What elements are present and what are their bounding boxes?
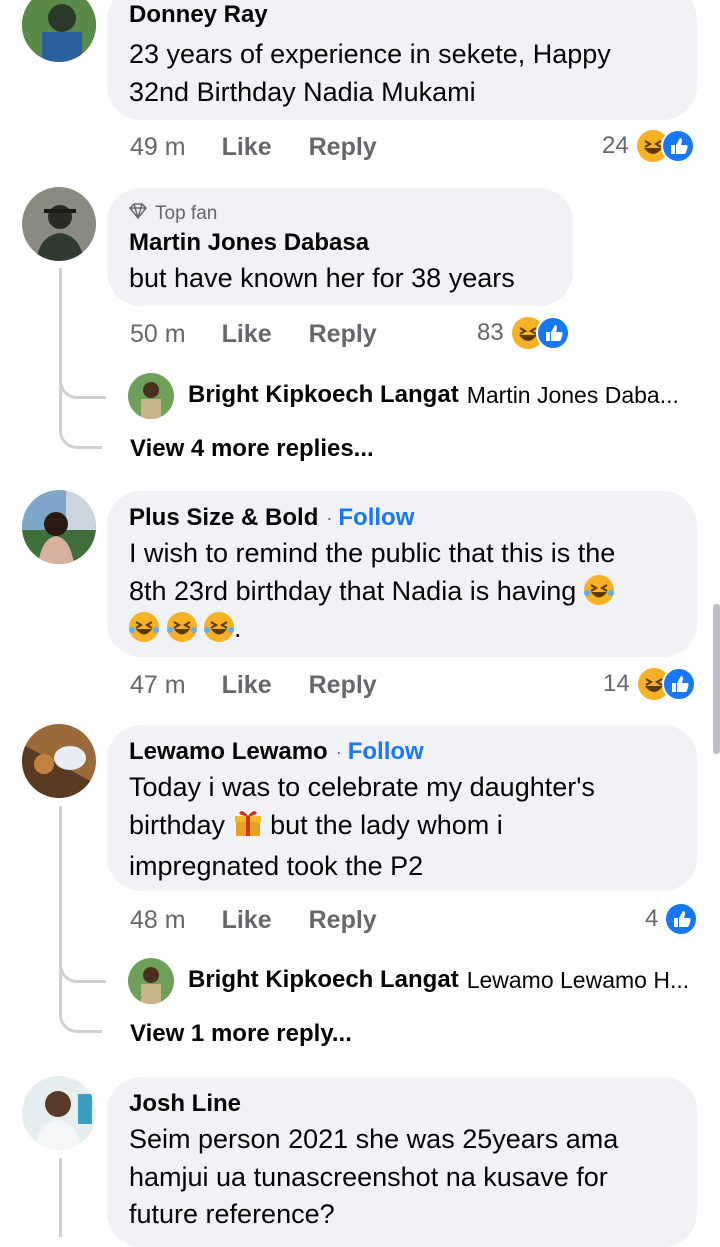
avatar[interactable] <box>22 490 96 564</box>
comment-time[interactable]: 49 m <box>130 133 186 162</box>
diamond-icon <box>128 202 148 226</box>
avatar[interactable] <box>22 187 96 261</box>
reaction-count: 14 <box>603 670 630 697</box>
like-button[interactable]: Like <box>222 320 272 349</box>
comment-header: Lewamo Lewamo · Follow <box>129 737 675 767</box>
tears-of-joy-icon <box>129 612 159 642</box>
gift-icon <box>233 808 263 849</box>
comment-author[interactable]: Martin Jones Dabasa <box>129 228 551 258</box>
reaction-summary[interactable]: 24 <box>602 128 695 164</box>
comment-text: but have known her for 38 years <box>129 263 515 293</box>
avatar[interactable] <box>22 1076 96 1150</box>
reply-preview[interactable]: Bright Kipkoech Langat Lewamo Lewamo H..… <box>188 966 689 994</box>
comment-text: Today i was to celebrate my daughter's b… <box>129 772 595 881</box>
comment-bubble: Donney Ray 23 years of experience in sek… <box>107 0 697 120</box>
reaction-summary[interactable]: 83 <box>477 315 570 351</box>
tears-of-joy-icon <box>204 612 235 642</box>
reaction-count: 83 <box>477 319 504 346</box>
comment-bubble: Top fan Martin Jones Dabasa but have kno… <box>107 188 573 306</box>
tears-of-joy-icon <box>166 612 197 642</box>
tears-of-joy-icon <box>583 574 614 605</box>
comment-text: Seim person 2021 she was 25years ama ham… <box>129 1124 619 1229</box>
reaction-summary[interactable]: 4 <box>645 902 699 936</box>
comment-time[interactable]: 50 m <box>130 320 186 349</box>
reply-button[interactable]: Reply <box>309 906 377 935</box>
like-icon <box>664 902 699 936</box>
comment-bubble: Josh Line Seim person 2021 she was 25yea… <box>107 1077 697 1247</box>
reply-author[interactable]: Bright Kipkoech Langat <box>188 381 459 409</box>
separator-dot: · <box>335 742 342 762</box>
reply-author[interactable]: Bright Kipkoech Langat <box>188 966 459 994</box>
comment-actions: 47 m Like Reply <box>130 671 377 700</box>
reaction-summary[interactable]: 14 <box>603 666 696 702</box>
separator-dot: · <box>326 508 333 528</box>
comment-author[interactable]: Lewamo Lewamo <box>129 737 328 767</box>
follow-button[interactable]: Follow <box>338 503 414 533</box>
view-more-replies[interactable]: View 4 more replies... <box>130 435 374 463</box>
view-more-replies[interactable]: View 1 more reply... <box>130 1020 352 1048</box>
like-button[interactable]: Like <box>222 133 272 162</box>
reply-text: Lewamo Lewamo H... <box>466 966 690 993</box>
follow-button[interactable]: Follow <box>348 737 424 767</box>
avatar[interactable] <box>22 0 96 62</box>
reply-button[interactable]: Reply <box>309 320 377 349</box>
top-fan-badge: Top fan <box>128 202 551 226</box>
reply-text: Martin Jones Daba... <box>466 381 679 408</box>
like-icon <box>535 316 570 350</box>
comment-author[interactable]: Josh Line <box>129 1089 675 1119</box>
reply-connector <box>59 390 102 449</box>
like-button[interactable]: Like <box>222 906 272 935</box>
avatar[interactable] <box>128 373 174 419</box>
comment-header: Plus Size & Bold · Follow <box>129 503 675 533</box>
reply-preview[interactable]: Bright Kipkoech Langat Martin Jones Daba… <box>188 381 679 409</box>
reaction-count: 4 <box>645 905 659 932</box>
reaction-count: 24 <box>602 132 629 159</box>
reply-button[interactable]: Reply <box>309 133 377 162</box>
comment-time[interactable]: 47 m <box>130 671 186 700</box>
like-icon <box>660 129 695 163</box>
comment-author[interactable]: Plus Size & Bold <box>129 503 318 533</box>
comment-text: 23 years of experience in sekete, Happy … <box>129 39 611 107</box>
thread-line <box>59 1158 62 1237</box>
comment-time[interactable]: 48 m <box>130 906 186 935</box>
comment-author[interactable]: Donney Ray <box>129 0 675 30</box>
reply-connector <box>59 974 102 1033</box>
avatar[interactable] <box>22 724 96 798</box>
comment-text: I wish to remind the public that this is… <box>129 538 616 643</box>
scrollbar[interactable] <box>713 604 720 754</box>
avatar[interactable] <box>128 958 174 1004</box>
comment-actions: 49 m Like Reply <box>130 133 377 162</box>
like-icon <box>661 667 696 701</box>
like-button[interactable]: Like <box>222 671 272 700</box>
comment-bubble: Lewamo Lewamo · Follow Today i was to ce… <box>107 725 697 891</box>
comment-actions: 50 m Like Reply <box>130 320 377 349</box>
comment-bubble: Plus Size & Bold · Follow I wish to remi… <box>107 491 697 657</box>
comment-actions: 48 m Like Reply <box>130 906 377 935</box>
reply-button[interactable]: Reply <box>309 671 377 700</box>
